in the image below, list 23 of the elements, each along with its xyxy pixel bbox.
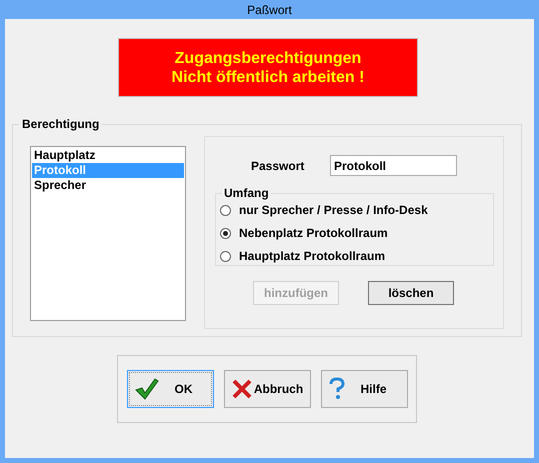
- radio-label: Hauptplatz Protokollraum: [239, 249, 386, 263]
- warning-text: Zugangsberechtigungen: [174, 48, 362, 68]
- list-item[interactable]: Hauptplatz: [32, 148, 184, 163]
- radio-label: nur Sprecher / Presse / Info-Desk: [239, 203, 428, 217]
- password-label: Passwort: [251, 158, 306, 172]
- radio-label: Nebenplatz Protokollraum: [239, 226, 388, 240]
- group-title: Berechtigung: [21, 117, 100, 131]
- action-button[interactable]: löschen: [368, 281, 454, 305]
- permission-list[interactable]: Hauptplatz Protokoll Sprecher: [30, 146, 186, 321]
- window-title: Paßwort: [246, 2, 293, 18]
- checkmark-icon: [134, 377, 160, 401]
- password-field[interactable]: Protokoll: [330, 155, 457, 176]
- radio-button[interactable]: [220, 250, 231, 262]
- dialog-button[interactable]: Hilfe: [321, 370, 408, 408]
- group-title: Umfang: [223, 186, 270, 200]
- radio-button[interactable]: [220, 204, 231, 216]
- list-item[interactable]: Sprecher: [32, 178, 184, 193]
- warning-text: Nicht öffentlich arbeiten !: [172, 68, 364, 86]
- radio-button[interactable]: [220, 228, 231, 238]
- close-icon: [231, 378, 253, 400]
- dialog-button[interactable]: OK: [127, 370, 214, 408]
- help-icon: [328, 377, 346, 401]
- dialog-button[interactable]: Abbruch: [224, 370, 311, 408]
